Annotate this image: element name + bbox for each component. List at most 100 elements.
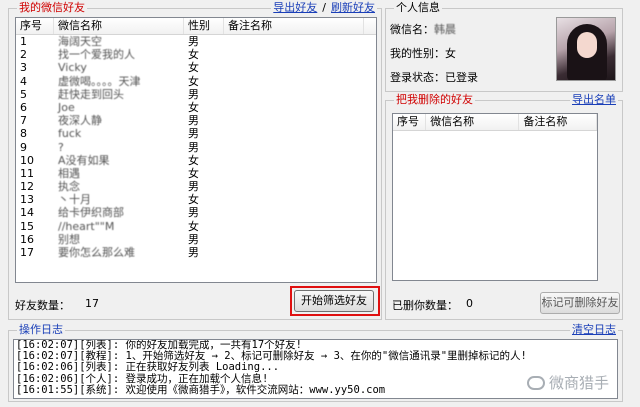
row-wechat-name: 丶十月	[58, 193, 91, 207]
row-index: 2	[20, 48, 27, 62]
deleted-col-header-remark[interactable]: 备注名称	[519, 114, 597, 130]
row-gender: 男	[188, 232, 199, 246]
friends-list-header: 序号 微信名称 性别 备注名称	[16, 18, 376, 35]
row-gender: 男	[188, 140, 199, 154]
row-index: 10	[20, 153, 34, 167]
table-row[interactable]: 7 夜深人静 男	[16, 114, 376, 127]
avatar	[556, 17, 616, 81]
table-row[interactable]: 9? 男	[16, 141, 376, 154]
row-gender: 男	[188, 87, 199, 101]
row-gender: 男	[188, 35, 199, 48]
row-remark	[224, 141, 364, 154]
row-gender: 女	[188, 61, 199, 75]
row-index: 12	[20, 180, 34, 194]
row-remark	[224, 75, 364, 88]
row-wechat-name: 别想	[58, 232, 80, 246]
row-index: 15	[20, 219, 34, 233]
watermark-text: 微商猎手	[548, 374, 609, 392]
table-row[interactable]: 11 相遇 女	[16, 167, 376, 180]
friend-count-value: 17	[85, 297, 99, 310]
table-row[interactable]: 12 执念 男	[16, 180, 376, 193]
friends-rows: 1 海阔天空男 2 找一个爱我的人女 3 Vicky 女 4 虚微喝。。。。天津女 5 赶快走到回头…	[16, 35, 376, 259]
row-remark	[224, 180, 364, 193]
row-gender: 男	[188, 246, 199, 259]
row-remark	[224, 154, 364, 167]
table-row[interactable]: 14 给卡伊织商部 男	[16, 206, 376, 219]
row-remark	[224, 48, 364, 61]
table-row[interactable]: 1 海阔天空 男	[16, 35, 376, 48]
row-remark	[224, 127, 364, 140]
row-gender: 男	[188, 114, 199, 128]
wechat-name-row: 微信名：韩晨	[390, 21, 456, 37]
table-row[interactable]: 4 虚微喝。。。。天津 女	[16, 75, 376, 88]
friends-list[interactable]: 序号 微信名称 性别 备注名称 1 海阔天空男 2 找一个爱我的人女 3 Vicky 女 4 虚…	[15, 17, 377, 283]
deleted-group: 把我删除的好友 导出名单 序号 微信名称 备注名称 已删你数量： 0 标记可删除…	[385, 94, 623, 320]
watermark: 微商猎手	[526, 372, 609, 393]
col-header-wechat-name[interactable]: 微信名称	[54, 18, 184, 34]
deleted-col-header-index[interactable]: 序号	[393, 114, 427, 130]
row-gender: 男	[188, 206, 199, 220]
mark-deletable-button[interactable]: 标记可删除好友	[540, 292, 620, 314]
login-status-row: 登录状态：已登录	[390, 69, 478, 85]
row-index: 1	[20, 35, 27, 48]
row-remark	[224, 233, 364, 246]
row-remark	[224, 88, 364, 101]
table-row[interactable]: 15 //heart""M 女	[16, 220, 376, 233]
row-wechat-name: ?	[58, 140, 64, 154]
row-wechat-name: 海阔天空	[58, 35, 102, 48]
row-index: 16	[20, 232, 34, 246]
col-header-index[interactable]: 序号	[16, 18, 54, 34]
row-gender: 女	[188, 48, 199, 62]
table-row[interactable]: 16 别想 男	[16, 233, 376, 246]
row-index: 6	[20, 100, 27, 114]
row-wechat-name: A没有如果	[58, 153, 110, 167]
friend-count-label: 好友数量：	[15, 299, 70, 312]
table-row[interactable]: 6 Joe 女	[16, 101, 376, 114]
friends-group: 我的微信好友 导出好友 / 刷新好友 序号 微信名称 性别 备注名称 1 海阔天空男 2…	[8, 2, 382, 320]
row-remark	[224, 167, 364, 180]
log-title: 操作日志	[17, 323, 65, 336]
deleted-list[interactable]: 序号 微信名称 备注名称	[392, 113, 598, 281]
row-gender: 女	[188, 100, 199, 114]
row-remark	[224, 220, 364, 233]
row-gender: 女	[188, 219, 199, 233]
row-wechat-name: 找一个爱我的人	[58, 48, 135, 62]
gender-row: 我的性别：女	[390, 45, 456, 61]
deleted-col-header-wechat-name[interactable]: 微信名称	[426, 114, 520, 130]
row-index: 5	[20, 87, 27, 101]
row-wechat-name: //heart""M	[58, 219, 115, 233]
col-header-remark[interactable]: 备注名称	[224, 18, 364, 34]
login-status-label: 登录状态：	[390, 71, 445, 84]
table-row[interactable]: 8 fuck 男	[16, 127, 376, 140]
start-filter-button[interactable]: 开始筛选好友	[294, 290, 374, 312]
row-wechat-name: 给卡伊织商部	[58, 206, 124, 220]
clear-log-link[interactable]: 清空日志	[570, 324, 618, 336]
row-gender: 女	[188, 74, 199, 88]
col-header-gender[interactable]: 性别	[184, 18, 224, 34]
deleted-count-label: 已删你数量：	[392, 299, 458, 312]
table-row[interactable]: 10 A没有如果 女	[16, 154, 376, 167]
log-box[interactable]: [16:02:07][列表]: 你的好友加载完成，一共有17个好友! [16:02…	[13, 339, 618, 399]
table-row[interactable]: 5 赶快走到回头 男	[16, 88, 376, 101]
row-index: 7	[20, 114, 27, 128]
refresh-friends-link[interactable]: 刷新好友	[331, 1, 375, 14]
deleted-count-value: 0	[466, 297, 473, 310]
row-remark	[224, 206, 364, 219]
row-wechat-name: 赶快走到回头	[58, 87, 124, 101]
row-remark	[224, 246, 364, 259]
wechat-name-value: 韩晨	[434, 23, 456, 36]
table-row[interactable]: 13 丶十月 女	[16, 193, 376, 206]
export-friends-link[interactable]: 导出好友	[273, 1, 317, 14]
table-row[interactable]: 17 要你怎么那么难 男	[16, 246, 376, 259]
avatar-face	[577, 32, 597, 58]
row-index: 11	[20, 166, 34, 180]
table-row[interactable]: 2 找一个爱我的人 女	[16, 48, 376, 61]
row-remark	[224, 35, 364, 48]
table-row[interactable]: 3 Vicky 女	[16, 61, 376, 74]
row-index: 8	[20, 127, 27, 141]
row-index: 4	[20, 74, 27, 88]
row-gender: 男	[188, 127, 199, 141]
row-remark	[224, 61, 364, 74]
export-list-link[interactable]: 导出名单	[570, 94, 618, 106]
gender-value: 女	[445, 47, 456, 60]
